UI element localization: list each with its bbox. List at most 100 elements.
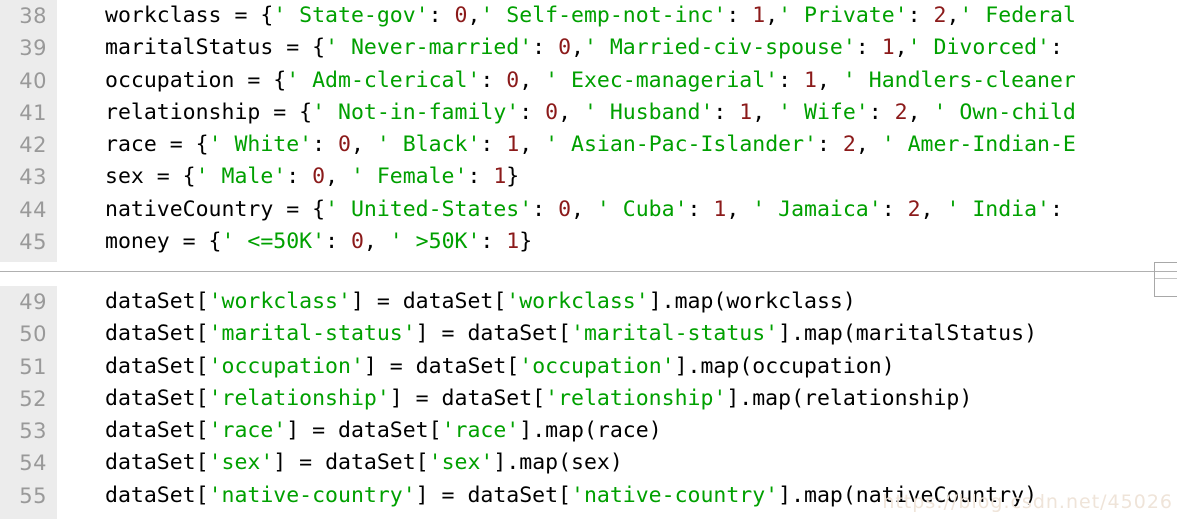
token-num: 1 xyxy=(506,132,520,158)
token-str: ' Wife' xyxy=(778,99,869,125)
line-number: 54 xyxy=(19,451,47,476)
code-line[interactable]: 43 sex = {' Male': 0, ' Female': 1} xyxy=(0,161,1177,193)
token-num: 0 xyxy=(558,196,572,222)
token-num: 1 xyxy=(713,196,727,222)
token-num: 0 xyxy=(506,67,520,93)
token-str: ' Never-married' xyxy=(325,35,533,61)
token-plain: , xyxy=(816,67,843,93)
code-line[interactable]: 38 workclass = {' State-gov': 0,' Self-em… xyxy=(0,0,1177,32)
token-str: ' Jamaica' xyxy=(752,196,882,222)
code-block-column-mapping-calls[interactable]: 49 dataSet['workclass'] = dataSet['workcl… xyxy=(0,286,1177,519)
token-str: 'workclass' xyxy=(208,289,351,314)
code-line[interactable]: 45 money = {' <=50K': 0, ' >50K': 1} xyxy=(0,226,1177,258)
token-plain: : xyxy=(532,35,559,61)
token-str: ' Private' xyxy=(778,3,908,28)
token-str: ' White' xyxy=(208,132,313,158)
token-num: 0 xyxy=(350,229,364,255)
code-text: workclass = {' State-gov': 0,' Self-emp-… xyxy=(105,0,1076,32)
token-num: 2 xyxy=(842,132,856,158)
token-plain: : xyxy=(312,132,339,158)
token-str: 'race' xyxy=(441,418,520,444)
token-num: 1 xyxy=(804,67,817,93)
token-str: ' Not-in-family' xyxy=(312,99,520,125)
token-plain: dataSet[ xyxy=(105,385,209,411)
token-str: ' Amer-Indian-E xyxy=(881,132,1076,158)
token-plain: , xyxy=(519,67,546,93)
token-num: 0 xyxy=(338,132,351,158)
code-line[interactable]: 44 nativeCountry = {' United-States': 0, … xyxy=(0,194,1177,226)
token-str: 'native-country' xyxy=(571,482,779,508)
code-text: dataSet['relationship'] = dataSet['relat… xyxy=(105,383,972,415)
code-lines: 38 workclass = {' State-gov': 0,' Self-em… xyxy=(0,0,1177,258)
line-number: 49 xyxy=(19,290,47,314)
token-str: ' <=50K' xyxy=(221,229,326,255)
token-str: ' India' xyxy=(946,196,1050,222)
token-plain: ].map(sex) xyxy=(493,450,623,476)
token-num: 1 xyxy=(881,35,895,61)
code-line[interactable]: 51 dataSet['occupation'] = dataSet['occup… xyxy=(0,351,1177,383)
code-line[interactable]: 54 dataSet['sex'] = dataSet['sex'].map(se… xyxy=(0,447,1177,479)
line-number: 42 xyxy=(19,133,47,158)
code-line[interactable]: 50 dataSet['marital-status'] = dataSet['m… xyxy=(0,318,1177,350)
token-str: ' Black' xyxy=(376,132,481,158)
token-plain: occupation = { xyxy=(105,67,287,93)
token-str: ' Married-civ-spouse' xyxy=(583,35,856,61)
token-plain: , xyxy=(752,99,779,125)
token-plain: ].map(maritalStatus) xyxy=(778,321,1038,347)
token-num: 0 xyxy=(454,3,468,28)
line-number: 39 xyxy=(19,36,47,61)
token-plain: dataSet[ xyxy=(105,321,209,347)
token-plain: : xyxy=(1049,35,1063,61)
token-plain: maritalStatus = { xyxy=(105,35,326,61)
code-text: dataSet['race'] = dataSet['race'].map(ra… xyxy=(105,415,662,447)
token-plain: dataSet[ xyxy=(105,482,209,508)
code-line[interactable]: 39 maritalStatus = {' Never-married': 0,'… xyxy=(0,32,1177,64)
code-line[interactable]: 52 dataSet['relationship'] = dataSet['rel… xyxy=(0,383,1177,415)
token-str: ' Exec-managerial' xyxy=(545,67,779,93)
line-number: 52 xyxy=(19,386,47,411)
code-line[interactable]: 40 occupation = {' Adm-clerical': 0, ' Ex… xyxy=(0,65,1177,97)
token-plain: , xyxy=(894,35,908,61)
token-plain: , xyxy=(350,132,377,158)
token-plain: race = { xyxy=(105,132,209,158)
token-num: 1 xyxy=(752,3,766,28)
code-block-label-encoding-dicts[interactable]: 38 workclass = {' State-gov': 0,' Self-em… xyxy=(0,0,1177,262)
token-num: 1 xyxy=(739,99,753,125)
line-number: 53 xyxy=(19,419,47,444)
token-num: 2 xyxy=(907,196,921,222)
code-text: money = {' <=50K': 0, ' >50K': 1} xyxy=(105,226,532,258)
line-number: 50 xyxy=(19,322,47,347)
token-plain: money = { xyxy=(105,229,222,255)
token-str: 'relationship' xyxy=(545,385,727,411)
token-num: 1 xyxy=(493,164,507,190)
line-number: 40 xyxy=(19,68,47,93)
line-number: 38 xyxy=(19,4,47,28)
token-str: 'occupation' xyxy=(208,353,364,379)
token-plain: : xyxy=(713,99,740,125)
code-text: dataSet['native-country'] = dataSet['nat… xyxy=(105,480,1037,512)
token-str: 'race' xyxy=(208,418,287,444)
code-text: relationship = {' Not-in-family': 0, ' H… xyxy=(105,97,1076,129)
token-plain: ] = dataSet[ xyxy=(273,450,429,476)
token-plain: , xyxy=(571,35,584,61)
token-plain: ] = dataSet[ xyxy=(415,482,572,508)
token-str: 'native-country' xyxy=(208,482,416,508)
token-plain: : xyxy=(467,164,494,190)
token-plain: : xyxy=(816,132,843,158)
token-str: 'relationship' xyxy=(208,385,390,411)
token-plain: ].map(race) xyxy=(519,418,662,444)
code-line[interactable]: 41 relationship = {' Not-in-family': 0, '… xyxy=(0,97,1177,129)
code-line[interactable]: 53 dataSet['race'] = dataSet['race'].map(… xyxy=(0,415,1177,447)
token-plain: : xyxy=(868,99,895,125)
line-number: 43 xyxy=(19,165,47,190)
token-plain: ] = dataSet[ xyxy=(350,289,507,314)
code-line[interactable]: 49 dataSet['workclass'] = dataSet['workcl… xyxy=(0,286,1177,318)
code-editor[interactable]: 38 workclass = {' State-gov': 0,' Self-em… xyxy=(0,0,1177,519)
token-plain: : xyxy=(480,67,507,93)
code-line[interactable]: 55 dataSet['native-country'] = dataSet['n… xyxy=(0,480,1177,512)
token-plain: , xyxy=(363,229,390,255)
token-plain: : xyxy=(1050,196,1063,222)
token-str: ' Self-emp-not-inc' xyxy=(480,3,727,28)
token-str: ' State-gov' xyxy=(273,3,429,28)
code-line[interactable]: 42 race = {' White': 0, ' Black': 1, ' As… xyxy=(0,129,1177,161)
